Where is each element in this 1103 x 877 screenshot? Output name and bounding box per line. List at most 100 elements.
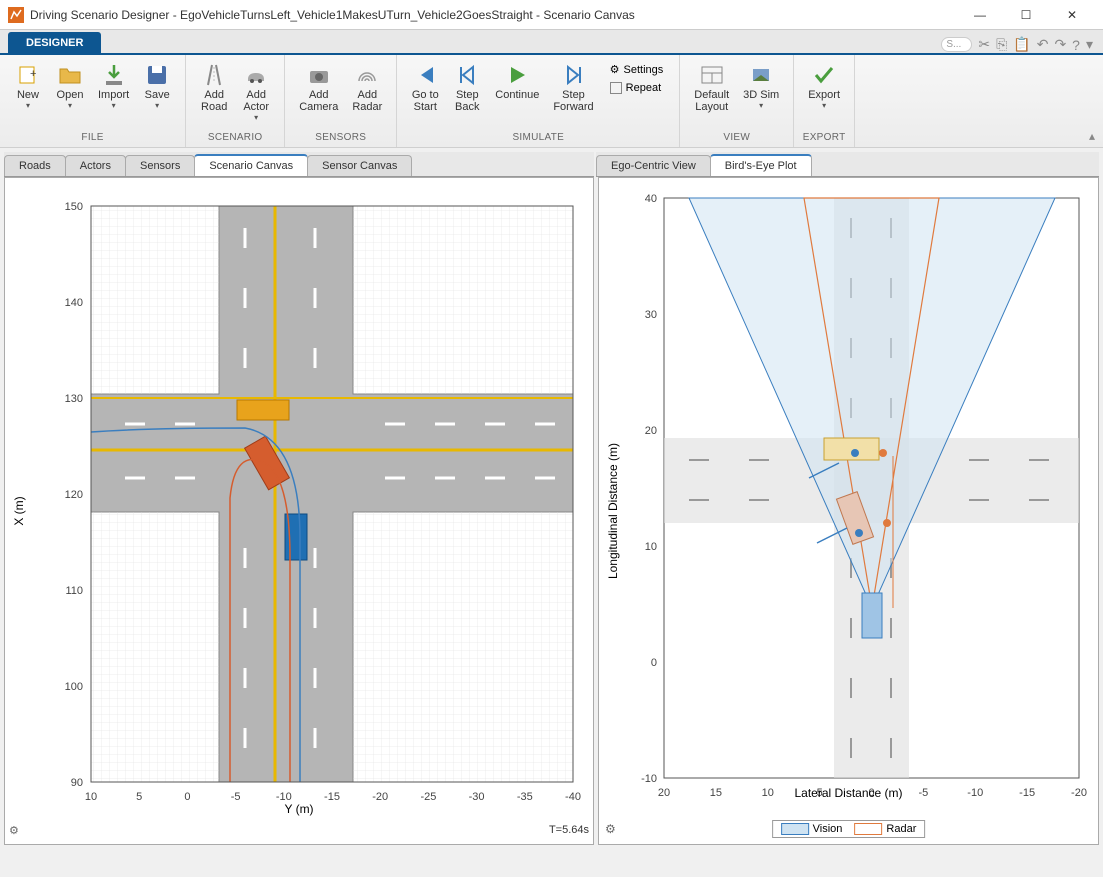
- search-box[interactable]: S...: [941, 37, 972, 52]
- import-button[interactable]: Import▾: [92, 59, 135, 130]
- tab-ego-centric-view[interactable]: Ego-Centric View: [596, 155, 711, 176]
- group-sensors: Add Camera Add Radar SENSORS: [285, 55, 397, 147]
- vehicle-yellow[interactable]: [237, 400, 289, 420]
- svg-text:-15: -15: [1019, 787, 1035, 799]
- goto-start-button[interactable]: Go to Start: [405, 59, 445, 130]
- quick-access-toolbar: S... ✂ ⎘ 📋 ↶ ↷ ? ▾: [941, 36, 1103, 53]
- repeat-checkbox[interactable]: Repeat: [606, 80, 668, 96]
- svg-text:0: 0: [651, 657, 657, 669]
- maximize-button[interactable]: ☐: [1003, 0, 1049, 30]
- svg-text:-35: -35: [517, 791, 533, 803]
- goto-start-icon: [413, 63, 437, 87]
- help-icon[interactable]: ?: [1072, 37, 1080, 53]
- group-simulate-label: SIMULATE: [405, 130, 671, 145]
- svg-text:-5: -5: [231, 791, 241, 803]
- group-view-label: VIEW: [688, 130, 785, 145]
- svg-text:120: 120: [65, 489, 83, 501]
- right-docktabs: Ego-Centric View Bird's-Eye Plot: [596, 152, 1099, 177]
- svg-text:-40: -40: [565, 791, 581, 803]
- group-simulate: Go to Start Step Back Continue Step Forw…: [397, 55, 680, 147]
- save-button[interactable]: Save▾: [137, 59, 177, 130]
- canvas-y-axis-label: Y (m): [284, 802, 313, 816]
- svg-text:-5: -5: [918, 787, 928, 799]
- canvas-settings-icon[interactable]: ⚙: [9, 824, 25, 840]
- add-radar-button[interactable]: Add Radar: [346, 59, 388, 130]
- tab-sensor-canvas[interactable]: Sensor Canvas: [307, 155, 412, 176]
- svg-text:-15: -15: [324, 791, 340, 803]
- tab-roads[interactable]: Roads: [4, 155, 66, 176]
- open-button[interactable]: Open▾: [50, 59, 90, 130]
- svg-text:-20: -20: [372, 791, 388, 803]
- add-road-button[interactable]: Add Road: [194, 59, 234, 130]
- canvas-time: T=5.64s: [549, 824, 589, 840]
- birds-eye-plot[interactable]: 20151050-5-10-15-20 -10010203040: [599, 178, 1097, 844]
- layout-icon: [700, 63, 724, 87]
- tab-scenario-canvas[interactable]: Scenario Canvas: [194, 154, 308, 176]
- step-back-icon: [455, 63, 479, 87]
- svg-text:10: 10: [85, 791, 97, 803]
- collapse-ribbon-icon[interactable]: ▴: [1089, 129, 1095, 143]
- tab-sensors[interactable]: Sensors: [125, 155, 195, 176]
- svg-text:140: 140: [65, 297, 83, 309]
- toolstrip: + New▾ Open▾ Import▾ Save▾ FILE Add Road: [0, 55, 1103, 148]
- settings-button[interactable]: ⚙Settings: [606, 61, 668, 78]
- group-export: Export▾ EXPORT: [794, 55, 855, 147]
- paste-icon[interactable]: 📋: [1013, 36, 1030, 53]
- step-back-button[interactable]: Step Back: [447, 59, 487, 130]
- bep-ego: [862, 593, 882, 638]
- camera-icon: [307, 63, 331, 87]
- new-button[interactable]: + New▾: [8, 59, 48, 130]
- sim3d-icon: [749, 63, 773, 87]
- svg-text:-20: -20: [1071, 787, 1087, 799]
- group-export-label: EXPORT: [802, 130, 846, 145]
- redo-icon[interactable]: ↷: [1054, 36, 1066, 53]
- tab-actors[interactable]: Actors: [65, 155, 126, 176]
- checkbox-icon: [610, 82, 622, 94]
- more-icon[interactable]: ▾: [1086, 36, 1093, 53]
- step-forward-icon: [562, 63, 586, 87]
- group-view: Default Layout 3D Sim▾ VIEW: [680, 55, 794, 147]
- ribbon-tabstrip: DESIGNER S... ✂ ⎘ 📋 ↶ ↷ ? ▾: [0, 30, 1103, 55]
- tab-birds-eye-plot[interactable]: Bird's-Eye Plot: [710, 154, 812, 176]
- undo-icon[interactable]: ↶: [1037, 36, 1049, 53]
- default-layout-button[interactable]: Default Layout: [688, 59, 735, 130]
- svg-text:10: 10: [645, 541, 657, 553]
- svg-text:30: 30: [645, 309, 657, 321]
- sim3d-button[interactable]: 3D Sim▾: [737, 59, 785, 130]
- cut-icon[interactable]: ✂: [978, 36, 990, 53]
- export-button[interactable]: Export▾: [802, 59, 846, 130]
- add-actor-button[interactable]: Add Actor▾: [236, 59, 276, 130]
- svg-text:-10: -10: [967, 787, 983, 799]
- step-forward-button[interactable]: Step Forward: [547, 59, 599, 130]
- scenario-canvas[interactable]: 15014013012011010090 1050-5-10-15-20-25-…: [5, 178, 593, 844]
- continue-button[interactable]: Continue: [489, 59, 545, 130]
- canvas-x-axis-label: X (m): [12, 496, 26, 525]
- left-docktabs: Roads Actors Sensors Scenario Canvas Sen…: [4, 152, 594, 177]
- svg-text:-10: -10: [641, 773, 657, 785]
- app-icon: [8, 7, 24, 23]
- bep-yellow-box: [824, 438, 879, 460]
- gear-icon: ⚙: [610, 63, 620, 76]
- window-title: Driving Scenario Designer - EgoVehicleTu…: [30, 8, 957, 22]
- minimize-button[interactable]: —: [957, 0, 1003, 30]
- add-camera-button[interactable]: Add Camera: [293, 59, 344, 130]
- tab-designer[interactable]: DESIGNER: [8, 32, 101, 53]
- svg-text:10: 10: [762, 787, 774, 799]
- group-file-label: FILE: [8, 130, 177, 145]
- group-scenario: Add Road Add Actor▾ SCENARIO: [186, 55, 285, 147]
- bep-settings-icon[interactable]: ⚙: [605, 822, 621, 838]
- group-scenario-label: SCENARIO: [194, 130, 276, 145]
- import-icon: [102, 63, 126, 87]
- play-icon: [505, 63, 529, 87]
- svg-text:20: 20: [645, 425, 657, 437]
- svg-text:90: 90: [71, 777, 83, 789]
- car-icon: [244, 63, 268, 87]
- copy-icon[interactable]: ⎘: [996, 36, 1007, 53]
- road-icon: [202, 63, 226, 87]
- svg-text:+: +: [30, 68, 36, 80]
- close-button[interactable]: ✕: [1049, 0, 1095, 30]
- svg-text:20: 20: [658, 787, 670, 799]
- svg-text:-25: -25: [420, 791, 436, 803]
- bep-y-axis-label: Longitudinal Distance (m): [606, 443, 620, 579]
- save-icon: [145, 63, 169, 87]
